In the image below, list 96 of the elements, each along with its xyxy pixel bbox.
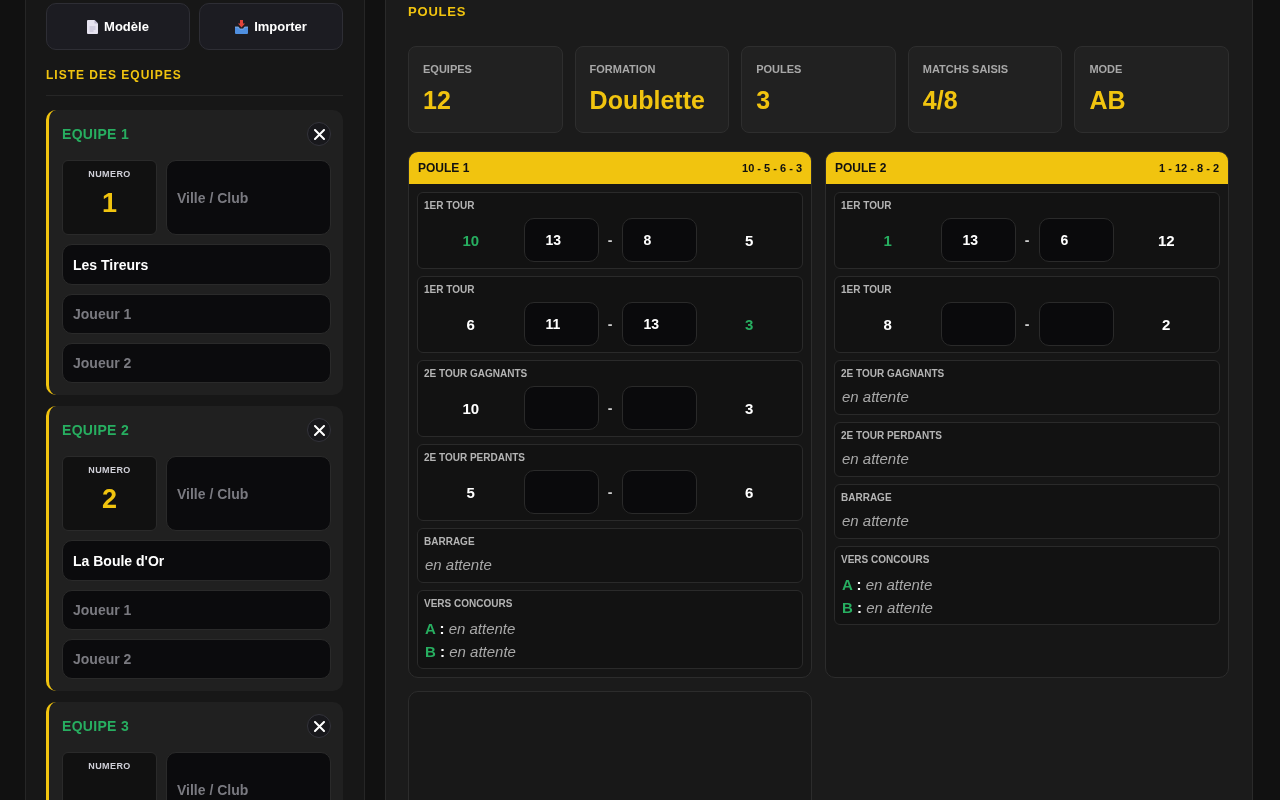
round-label: 1ER TOUR: [840, 284, 893, 296]
city-field[interactable]: Ville / Club: [166, 752, 331, 800]
qualifier-line: A : en attente: [424, 619, 517, 639]
stat-value: 3: [756, 85, 772, 115]
player-field[interactable]: Joueur 2: [62, 639, 331, 679]
round-label: BARRAGE: [423, 536, 476, 548]
team-title: EQUIPE 1: [62, 126, 129, 142]
team-name-field[interactable]: La Boule d'Or: [62, 540, 331, 581]
poule-title: POULE 2: [835, 161, 887, 175]
close-button[interactable]: [307, 418, 331, 442]
close-button[interactable]: [307, 122, 331, 146]
score-field[interactable]: [940, 302, 1016, 346]
close-icon: [313, 720, 325, 732]
close-button[interactable]: [307, 714, 331, 738]
team-title: EQUIPE 2: [62, 422, 129, 438]
player-field[interactable]: Joueur 2: [62, 343, 331, 383]
score-field[interactable]: 8: [621, 218, 697, 262]
number-field[interactable]: NUMERO 2: [62, 456, 157, 531]
number-field[interactable]: NUMERO 1: [62, 160, 157, 235]
section-title: LISTE DES EQUIPES: [46, 68, 183, 82]
score-field[interactable]: 13: [523, 218, 599, 262]
qualifier-line: B : en attente: [841, 598, 934, 618]
team-number: 6: [745, 483, 754, 501]
round-label: 1ER TOUR: [423, 284, 476, 296]
stat-value: Doublette: [589, 85, 706, 115]
number-label: NUMERO: [88, 465, 131, 476]
stat-value: AB: [1089, 85, 1127, 115]
number-label: NUMERO: [88, 761, 131, 772]
score-field[interactable]: [621, 470, 697, 514]
round-label: VERS CONCOURS: [423, 598, 514, 610]
team-number: 1: [883, 231, 892, 249]
qualifier-line: A : en attente: [841, 575, 934, 595]
round-label: VERS CONCOURS: [840, 554, 931, 566]
stat-label: POULES: [756, 62, 803, 76]
close-icon: [313, 424, 325, 436]
poule-teams: 10 - 5 - 6 - 3: [742, 162, 802, 174]
stat-label: FORMATION: [589, 62, 657, 76]
template-button[interactable]: Modèle: [46, 3, 190, 50]
number-value: 1: [102, 188, 117, 218]
inbox-tray-icon: [235, 19, 249, 34]
number-value: 2: [102, 484, 117, 514]
team-number: 8: [883, 315, 892, 333]
score-separator: -: [607, 484, 613, 500]
stat-label: EQUIPES: [423, 62, 473, 76]
team-number: 5: [745, 231, 754, 249]
number-label: NUMERO: [88, 169, 131, 180]
close-icon: [313, 128, 325, 140]
player-field[interactable]: Joueur 1: [62, 294, 331, 334]
poule-title: POULE 1: [418, 161, 470, 175]
score-separator: -: [607, 316, 613, 332]
number-field[interactable]: NUMERO: [62, 752, 157, 800]
import-button[interactable]: Importer: [199, 3, 343, 50]
document-icon: [87, 19, 99, 34]
status-text: en attente: [841, 387, 910, 407]
score-field[interactable]: 11: [523, 302, 599, 346]
round-label: 2E TOUR GAGNANTS: [423, 368, 529, 380]
team-number: 3: [745, 315, 754, 333]
score-field[interactable]: 13: [621, 302, 697, 346]
score-field[interactable]: [523, 386, 599, 430]
team-number: 12: [1157, 231, 1175, 249]
team-number: 3: [745, 399, 754, 417]
round-label: 1ER TOUR: [423, 200, 476, 212]
status-text: en attente: [841, 449, 910, 469]
status-text: en attente: [424, 555, 493, 575]
score-separator: -: [607, 232, 613, 248]
player-field[interactable]: Joueur 1: [62, 590, 331, 630]
team-number: 10: [462, 231, 480, 249]
poule-teams: 1 - 12 - 8 - 2: [1159, 162, 1219, 174]
city-field[interactable]: Ville / Club: [166, 456, 331, 531]
qualifier-line: B : en attente: [424, 642, 517, 662]
stat-label: MODE: [1089, 62, 1124, 76]
status-text: en attente: [841, 511, 910, 531]
round-label: 2E TOUR PERDANTS: [840, 430, 943, 442]
team-number: 6: [466, 315, 475, 333]
team-name-field[interactable]: Les Tireurs: [62, 244, 331, 285]
round-label: 1ER TOUR: [840, 200, 893, 212]
panel-title: POULES: [408, 4, 468, 20]
score-field[interactable]: [523, 470, 599, 514]
stat-label: MATCHS SAISIS: [922, 62, 1010, 76]
score-field[interactable]: [1038, 302, 1114, 346]
score-separator: -: [1024, 232, 1030, 248]
score-field[interactable]: [621, 386, 697, 430]
round-label: 2E TOUR GAGNANTS: [840, 368, 946, 380]
round-label: 2E TOUR PERDANTS: [423, 452, 526, 464]
team-number: 10: [462, 399, 480, 417]
score-field[interactable]: 6: [1038, 218, 1114, 262]
team-title: EQUIPE 3: [62, 718, 129, 734]
team-number: 2: [1162, 315, 1171, 333]
city-field[interactable]: Ville / Club: [166, 160, 331, 235]
team-number: 5: [466, 483, 475, 501]
score-separator: -: [607, 400, 613, 416]
stat-value: 4/8: [922, 85, 959, 115]
stat-value: 12: [423, 85, 452, 115]
score-separator: -: [1024, 316, 1030, 332]
round-label: BARRAGE: [840, 492, 893, 504]
score-field[interactable]: 13: [940, 218, 1016, 262]
